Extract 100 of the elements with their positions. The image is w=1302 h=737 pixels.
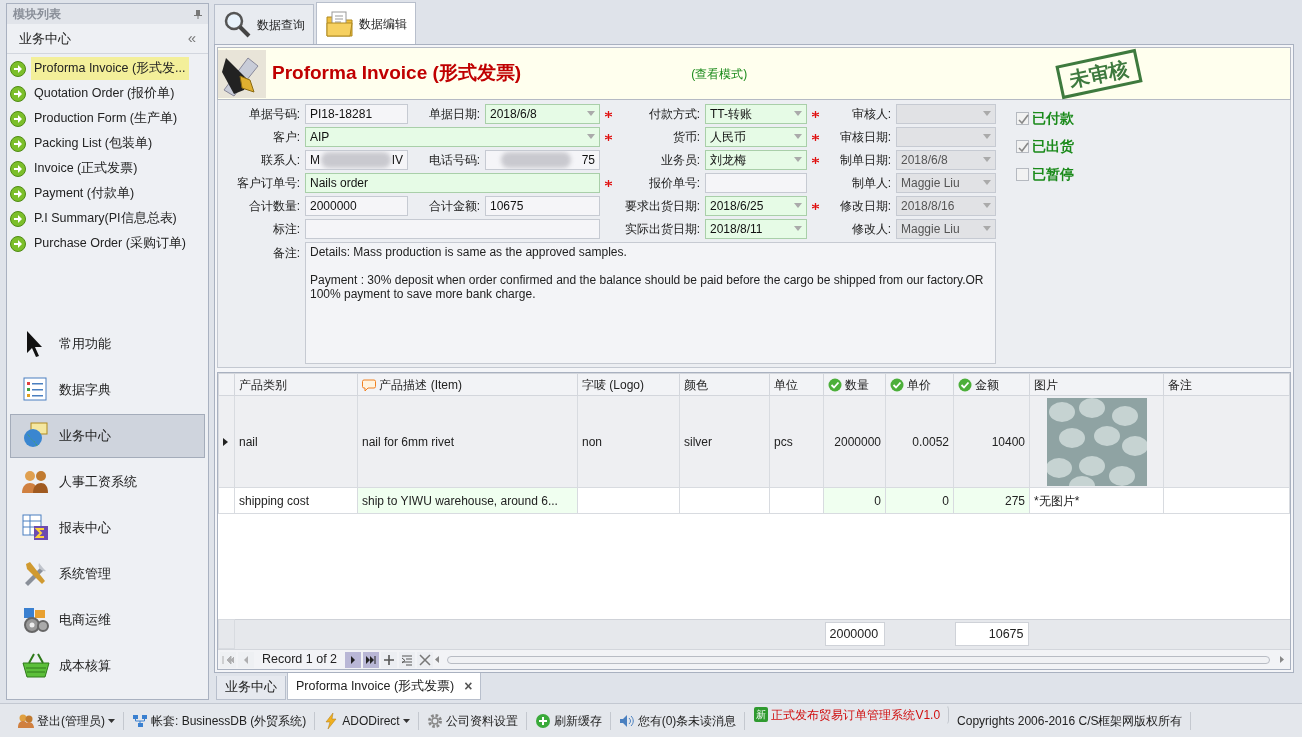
nav-button[interactable]: 人事工资系统 [10,460,205,504]
nav-button[interactable]: 业务中心 [10,414,205,458]
column-header[interactable]: 金额 [953,373,1030,396]
field-label: 制单日期: [838,151,892,169]
blur-mask [320,150,391,169]
status-item[interactable]: 公司资料设置 [418,711,527,730]
edit-icon [401,653,414,666]
navigator-button[interactable] [363,651,380,668]
field-label: 实际出货日期: [623,220,701,238]
gears-icon [21,605,51,635]
field-label: 合计数量: [247,197,301,215]
input-field[interactable]: PI18-18281 [305,103,408,124]
pen-icon [218,49,266,98]
module-item[interactable]: Quotation Order (报价单) [31,82,178,105]
collapse-button[interactable]: « [187,27,196,50]
column-header[interactable]: 单价 [885,373,954,396]
column-header[interactable]: 产品类别 [234,373,358,396]
module-item[interactable]: Proforma Invoice (形式发... [31,57,189,80]
input-field[interactable]: 2000000 [305,195,408,216]
module-item[interactable]: Production Form (生产单) [31,107,181,130]
last-icon [365,653,378,666]
navigator-button[interactable] [345,651,362,668]
basket-icon [21,651,51,681]
dropdown-field[interactable]: 2018/6/25 [705,195,807,216]
status-item[interactable]: 登出(管理员) [10,711,124,730]
column-header[interactable]: 数量 [823,373,886,396]
column-header[interactable]: 颜色 [679,373,770,396]
nav-button[interactable]: 报表中心 [10,506,205,550]
input-field[interactable] [705,172,807,193]
field-label: 单据日期: [427,105,481,123]
field-label: 审核人: [850,105,892,123]
column-header[interactable]: 备注 [1163,373,1290,396]
table-cell [769,487,824,514]
status-item[interactable]: 刷新缓存 [526,711,611,730]
field-label: 货币: [671,128,701,146]
dropdown-field[interactable]: 2018/8/11 [705,218,807,239]
field-label: 业务员: [659,151,701,169]
table-cell: pcs [769,395,824,488]
row-indicator[interactable] [218,487,235,514]
row-indicator[interactable] [218,395,235,488]
caret-icon [983,203,991,208]
status-item[interactable]: Copyrights 2006-2016 C/S框架网版权所有 [949,711,1192,730]
caret-icon [983,111,991,116]
caret-icon [983,134,991,139]
comment-icon [362,378,376,392]
field-label: 制单人: [850,174,892,192]
total-value: 10675 [954,622,1029,647]
document-tab[interactable]: Proforma Invoice (形式发票) × [287,673,482,700]
status-item[interactable]: 您有(0)条未读消息 [610,711,746,730]
status-item[interactable]: 新 正式发布贸易订单管理系统V1.0 [745,704,950,725]
nav-button[interactable]: 数据字典 [10,368,205,412]
row-pointer-icon [223,438,228,447]
remarks-field[interactable]: Details: Mass production is same as the approved samples. Payment : 30% deposit when order confirmed and the balance should be paid before the cargo be shipped from our factory.OR 100% payment to save more bank charge. [305,242,996,364]
input-field[interactable]: Nails order [305,172,600,193]
input-field[interactable]: 10675 [485,195,600,216]
close-button[interactable]: × [464,675,473,697]
column-header[interactable]: 单位 [769,373,824,396]
folder-icon [325,8,355,39]
dropdown-field[interactable]: 2018/6/8 [485,103,600,124]
nav-button[interactable]: 系统管理 [10,552,205,596]
caret-icon [402,718,410,723]
nav-button[interactable]: 常用功能 [10,322,205,366]
column-header[interactable]: 字唛 (Logo) [577,373,680,396]
module-item[interactable]: Payment (付款单) [31,182,138,205]
masked-field[interactable]: M IV [305,149,408,170]
dropdown-field[interactable]: 刘龙梅 [705,149,807,170]
dropdown-field[interactable]: AIP [305,126,600,147]
table-cell: silver [679,395,770,488]
dropdown-field[interactable]: TT-转账 [705,103,807,124]
check-icon [1017,141,1030,154]
tab[interactable]: 数据查询 [214,4,314,44]
masked-field[interactable]: 75 [485,149,600,170]
field-label: 客户: [271,128,301,146]
record-counter: Record 1 of 2 [261,651,339,669]
caret-icon [794,226,802,231]
gear-icon [426,712,443,729]
module-item[interactable]: Invoice (正式发票) [31,157,141,180]
module-item[interactable]: Packing List (包装单) [31,132,156,155]
field-label: 客户订单号: [235,174,301,192]
caret-icon [794,111,802,116]
status-item[interactable]: ADODirect [315,711,419,730]
column-header[interactable]: 产品描述 (Item) [357,373,578,396]
document-tab[interactable]: 业务中心 [216,676,286,700]
nav-button[interactable]: 成本核算 [10,644,205,688]
module-item[interactable]: P.I Summary(PI信息总表) [31,207,180,230]
field-label: 修改人: [850,220,892,238]
input-field[interactable] [305,218,600,239]
column-header[interactable]: 图片 [1029,373,1164,396]
tab[interactable]: 数据编辑 [316,2,416,44]
dropdown-field[interactable]: 人民币 [705,126,807,147]
field-label: 合计金额: [427,197,481,215]
status-item[interactable]: 帐套: BusinessDB (外贸系统) [124,711,316,730]
search-icon [223,9,253,40]
check-icon [890,378,904,393]
caret-icon [587,134,595,139]
field-label: 要求出货日期: [623,197,701,215]
new-badge: 新 [754,707,769,722]
module-item[interactable]: Purchase Order (采购订单) [31,232,190,255]
scrollbar[interactable] [447,655,1270,664]
nav-button[interactable]: 电商运维 [10,598,205,642]
